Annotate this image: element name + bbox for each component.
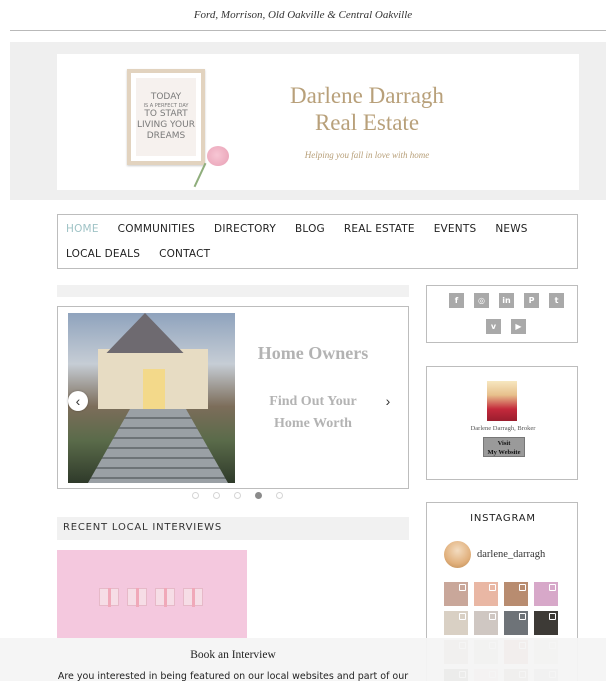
slider-pagination [192,492,297,499]
book-interview-bar: Book an Interview Are you interested in … [0,638,606,681]
location-line: Ford, Morrison, Old Oakville & Central O… [193,9,413,21]
instagram-heading: INSTAGRAM [470,513,536,524]
facebook-icon[interactable]: f [449,293,464,308]
post-type-icon [459,613,466,620]
gift-box-graphic [155,588,175,607]
content-strip [57,285,409,297]
gift-box-graphic [127,588,147,607]
house-photo [68,313,235,483]
slider-dot[interactable] [213,492,220,499]
post-type-icon [489,584,496,591]
post-type-icon [489,613,496,620]
agent-profile-widget: Darlene Darragh, Broker Visit My Website [426,366,578,480]
instagram-post-thumbnail[interactable] [444,582,468,606]
nav-row: LOCAL DEALS CONTACT [66,248,229,260]
post-type-icon [519,613,526,620]
brand-subtitle: Real Estate [314,110,420,135]
twitter-icon[interactable]: t [549,293,564,308]
instagram-avatar[interactable] [444,541,471,568]
interview-thumbnail[interactable] [57,550,247,638]
header-divider [10,30,606,31]
nav-item-communities[interactable]: COMMUNITIES [118,223,195,235]
brand-tagline: Helping you fall in love with home [304,150,430,160]
rose-stem [193,162,207,188]
instagram-post-thumbnail[interactable] [504,582,528,606]
slider-next-button[interactable]: › [378,391,398,411]
agent-caption: Darlene Darragh, Broker [470,425,536,432]
nav-item-real-estate[interactable]: REAL ESTATE [344,223,415,235]
instagram-post-thumbnail[interactable] [474,611,498,635]
slide-sub-line: Find Out Your [269,394,357,409]
nav-row: HOME COMMUNITIES DIRECTORY BLOG REAL EST… [66,223,547,235]
brand-banner[interactable]: TODAY IS A PERFECT DAY TO START LIVING Y… [57,54,579,190]
slider-dot[interactable] [276,492,283,499]
frame-line: DREAMS [146,131,186,141]
slide-subtitle: Find Out Your Home Worth [238,391,388,435]
instagram-icon[interactable]: ◎ [474,293,489,308]
visit-button-line: Visit [497,440,511,447]
instagram-post-thumbnail[interactable] [504,611,528,635]
slider-dot[interactable] [192,492,199,499]
frame-line: TO START [144,109,188,119]
brand-title: Darlene Darragh Real Estate [217,82,517,136]
gift-box-graphic [183,588,203,607]
slide-sub-line: Home Worth [274,416,352,431]
brand-name: Darlene Darragh [290,83,444,108]
nav-item-blog[interactable]: BLOG [295,223,325,235]
post-type-icon [549,613,556,620]
instagram-post-thumbnail[interactable] [534,611,558,635]
youtube-icon[interactable]: ▶ [511,319,526,334]
slider-dot[interactable] [255,492,262,499]
nav-item-news[interactable]: NEWS [495,223,527,235]
hero-slider[interactable]: Home Owners Find Out Your Home Worth ‹ › [57,306,409,489]
pinterest-icon[interactable]: P [524,293,539,308]
linkedin-icon[interactable]: in [499,293,514,308]
slider-dot[interactable] [234,492,241,499]
instagram-post-thumbnail[interactable] [474,582,498,606]
social-links-widget: f ◎ in Pt v ▶ [426,285,578,343]
vimeo-icon[interactable]: v [486,319,501,334]
recent-interviews-header: RECENT LOCAL INTERVIEWS [57,517,409,540]
frame-line: TODAY [150,92,182,102]
recent-interviews-heading: RECENT LOCAL INTERVIEWS [63,522,222,533]
book-interview-title[interactable]: Book an Interview [0,649,466,661]
post-type-icon [459,584,466,591]
quote-frame-text: TODAY IS A PERFECT DAY TO START LIVING Y… [136,78,196,156]
post-type-icon [549,584,556,591]
nav-item-directory[interactable]: DIRECTORY [214,223,276,235]
nav-item-contact[interactable]: CONTACT [159,248,210,260]
slider-prev-button[interactable]: ‹ [68,391,88,411]
gift-box-graphic [99,588,119,607]
visit-website-button[interactable]: Visit My Website [483,437,525,457]
nav-item-local-deals[interactable]: LOCAL DEALS [66,248,140,260]
main-navigation: HOME COMMUNITIES DIRECTORY BLOG REAL EST… [57,214,578,269]
quote-frame-image: TODAY IS A PERFECT DAY TO START LIVING Y… [127,69,205,165]
instagram-post-thumbnail[interactable] [444,611,468,635]
post-type-icon [519,584,526,591]
house-steps [88,409,228,483]
frame-line: LIVING YOUR [137,120,195,130]
house-roof [106,313,184,353]
location-header: Ford, Morrison, Old Oakville & Central O… [0,0,606,30]
nav-item-home[interactable]: HOME [66,223,99,235]
instagram-username[interactable]: darlene_darragh [477,549,545,560]
nav-item-events[interactable]: EVENTS [434,223,477,235]
house-entrance [143,369,165,409]
book-interview-text: Are you interested in being featured on … [57,671,409,681]
instagram-post-thumbnail[interactable] [534,582,558,606]
slide-title: Home Owners [257,343,369,363]
agent-portrait [487,381,517,421]
visit-button-line: My Website [487,449,521,456]
